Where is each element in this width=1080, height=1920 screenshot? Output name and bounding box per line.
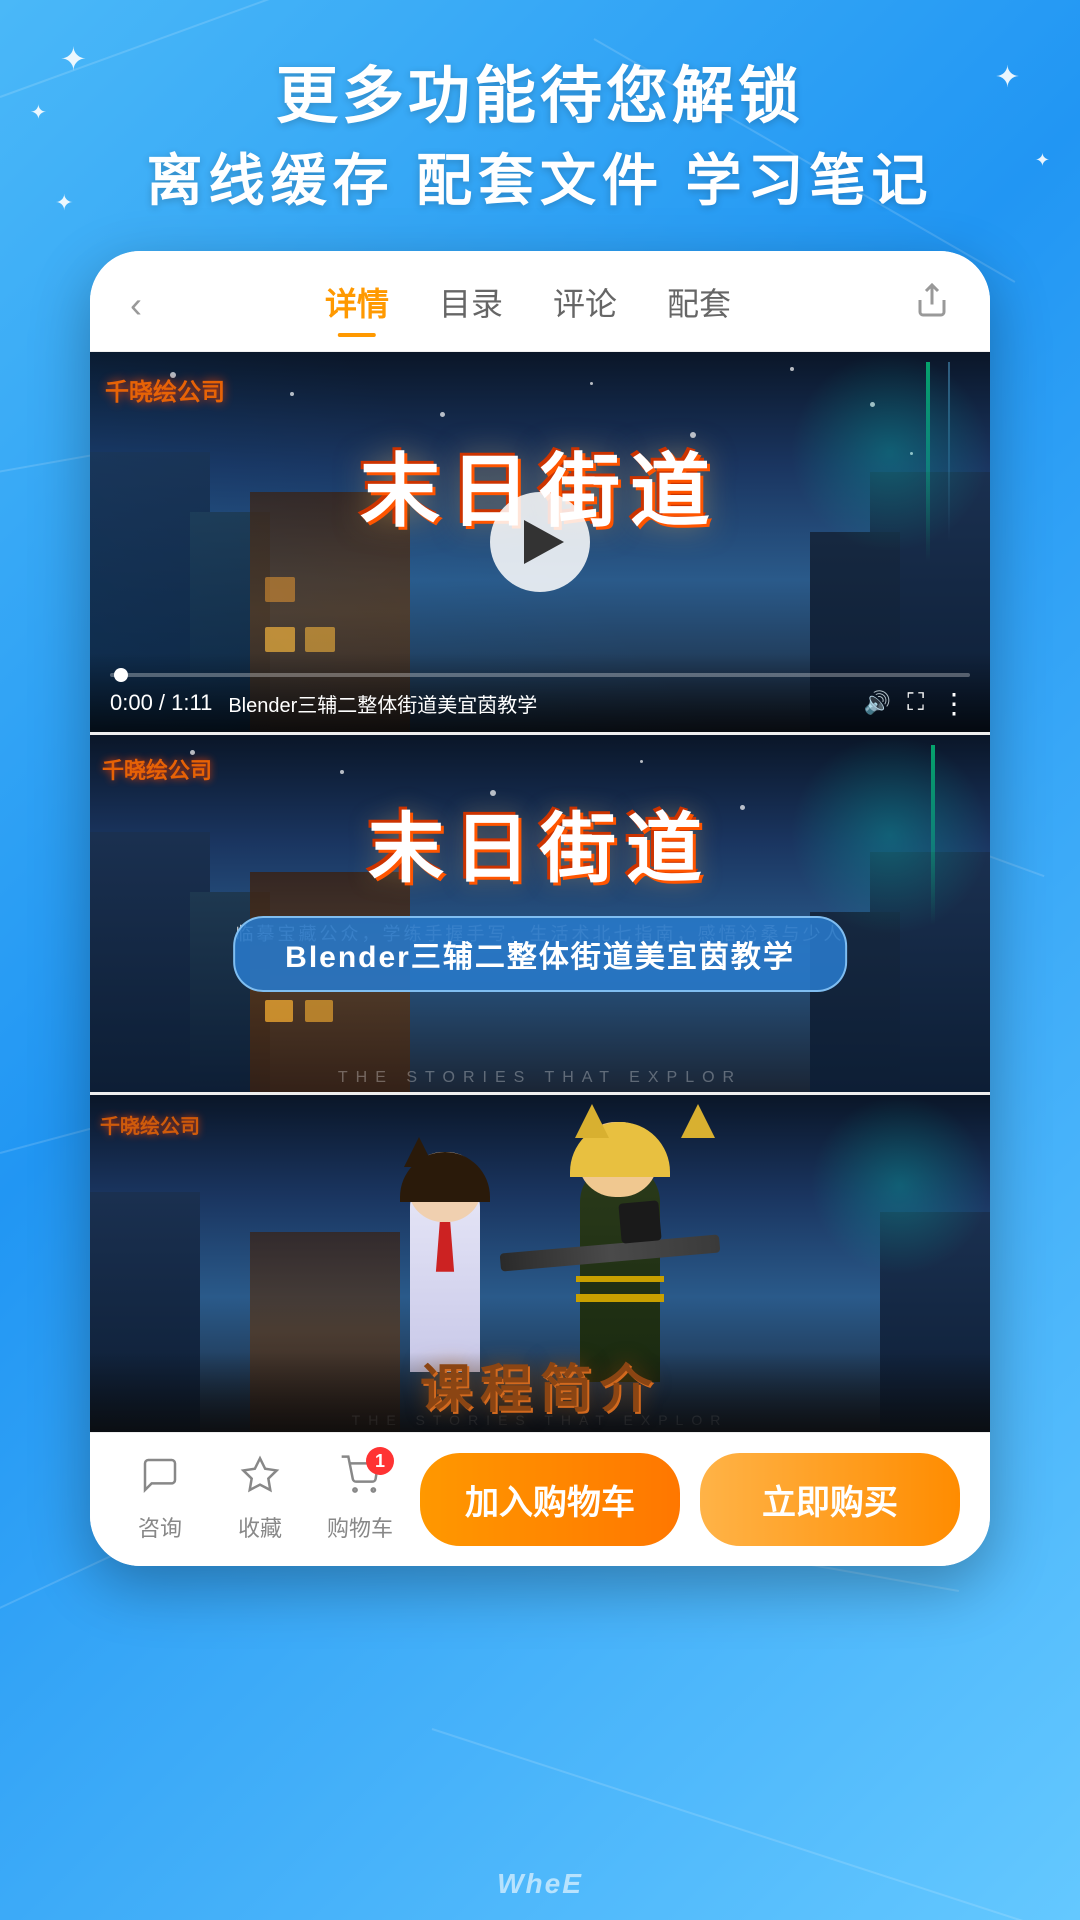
phone-frame: ‹ 详情 目录 评论 配套 bbox=[90, 251, 990, 1566]
tab-comments[interactable]: 评论 bbox=[553, 279, 617, 331]
header-subtitle: 离线缓存 配套文件 学习笔记 bbox=[0, 142, 1080, 220]
video-thumbnail: 千晓绘公司 末日街道 临摹宝藏公众，学练手握手写，生活术北七指南，感悟沧桑与少人… bbox=[90, 732, 990, 1092]
thumbnail-background: 千晓绘公司 末日街道 临摹宝藏公众，学练手握手写，生活术北七指南，感悟沧桑与少人… bbox=[90, 735, 990, 1092]
stories-text: THE STORIES THAT EXPLOR bbox=[90, 1069, 990, 1087]
back-button[interactable]: ‹ bbox=[130, 284, 142, 326]
video-title-bar: Blender三辅二整体街道美宜茵教学 bbox=[228, 689, 847, 718]
video-player[interactable]: 千晓绘公司 末日街道 0:00 / 1:11 Blender三辅二整体街道美宜茵… bbox=[90, 352, 990, 732]
character-1 bbox=[380, 1152, 510, 1372]
character-2 bbox=[540, 1122, 740, 1382]
video-info-row: 0:00 / 1:11 Blender三辅二整体街道美宜茵教学 🔊 ⛶ ⋮ bbox=[110, 687, 970, 720]
watermark: WheE bbox=[497, 1868, 583, 1900]
video-time: 0:00 / 1:11 bbox=[110, 690, 212, 716]
course-intro-overlay: 课程简介 bbox=[90, 1352, 990, 1432]
consult-icon bbox=[140, 1455, 180, 1505]
share-button[interactable] bbox=[914, 282, 950, 327]
fullscreen-icon[interactable]: ⛶ bbox=[907, 689, 924, 717]
video-progress-bar[interactable] bbox=[110, 673, 970, 677]
video-progress-dot[interactable] bbox=[114, 668, 128, 682]
play-button[interactable] bbox=[490, 492, 590, 592]
tab-details[interactable]: 详情 bbox=[325, 279, 389, 331]
header-section: 更多功能待您解锁 离线缓存 配套文件 学习笔记 bbox=[0, 0, 1080, 251]
nav-tabs: 详情 目录 评论 配套 bbox=[142, 279, 914, 331]
phone-nav: ‹ 详情 目录 评论 配套 bbox=[90, 251, 990, 352]
volume-icon[interactable]: 🔊 bbox=[864, 690, 891, 716]
collect-label: 收藏 bbox=[238, 1511, 282, 1543]
course-title-banner: Blender三辅二整体街道美宜茵教学 bbox=[233, 916, 847, 992]
consult-label: 咨询 bbox=[138, 1511, 182, 1543]
thumbnail-neon-sign: 千晓绘公司 bbox=[102, 753, 212, 785]
video-icons: 🔊 ⛶ ⋮ bbox=[864, 687, 970, 720]
more-options-icon[interactable]: ⋮ bbox=[940, 687, 970, 720]
intro-neon-sign: 千晓绘公司 bbox=[100, 1110, 200, 1139]
cart-badge: 1 bbox=[366, 1447, 394, 1475]
bottom-toolbar: 咨询 收藏 1 购物车 加入购物车 立即购买 bbox=[90, 1432, 990, 1566]
collect-icon bbox=[240, 1455, 280, 1505]
cart-label: 购物车 bbox=[327, 1511, 393, 1543]
course-intro-title: 课程简介 bbox=[420, 1347, 660, 1422]
buy-now-button[interactable]: 立即购买 bbox=[700, 1453, 960, 1546]
header-title: 更多功能待您解锁 bbox=[0, 60, 1080, 134]
tab-catalog[interactable]: 目录 bbox=[439, 279, 503, 331]
add-to-cart-button[interactable]: 加入购物车 bbox=[420, 1453, 680, 1546]
course-banner-text: Blender三辅二整体街道美宜茵教学 bbox=[285, 941, 795, 974]
cart-button[interactable]: 1 购物车 bbox=[320, 1455, 400, 1543]
video-controls: 0:00 / 1:11 Blender三辅二整体街道美宜茵教学 🔊 ⛶ ⋮ bbox=[90, 653, 990, 732]
tab-materials[interactable]: 配套 bbox=[667, 279, 731, 331]
thumbnail-title-overlay: 末日街道 bbox=[368, 787, 712, 897]
consult-button[interactable]: 咨询 bbox=[120, 1455, 200, 1543]
course-intro-section: 千晓绘公司 bbox=[90, 1092, 990, 1432]
collect-button[interactable]: 收藏 bbox=[220, 1455, 300, 1543]
neon-sign-1: 千晓绘公司 bbox=[105, 372, 225, 407]
play-triangle-icon bbox=[524, 520, 564, 564]
